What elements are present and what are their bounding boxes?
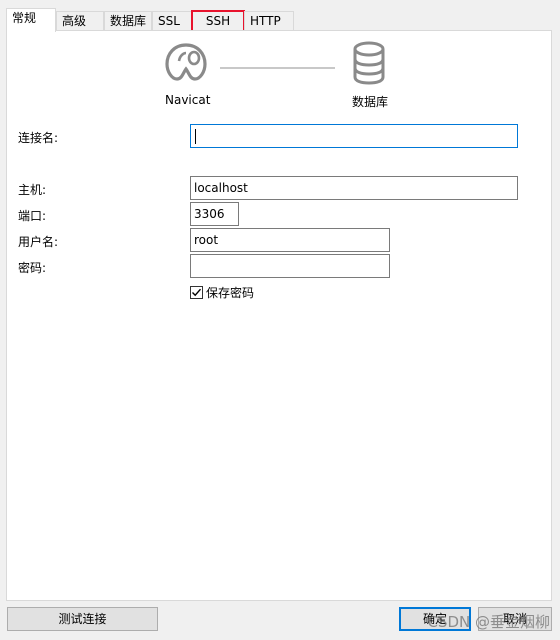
checkmark-icon	[192, 288, 202, 296]
general-tab-panel	[6, 30, 552, 601]
port-input[interactable]: 3306	[190, 202, 239, 226]
host-label: 主机:	[18, 183, 47, 197]
server-label: 数据库	[352, 95, 389, 109]
tab-general-label: 常规	[12, 11, 37, 25]
csdn-watermark: CSDN @垂金烟柳	[427, 613, 550, 631]
tab-http-label: HTTP	[250, 14, 281, 28]
tab-general[interactable]: 常规	[6, 8, 56, 32]
tab-advanced-label: 高级	[62, 14, 87, 28]
client-label: Navicat	[165, 93, 211, 107]
tab-ssh[interactable]: SSH	[191, 10, 245, 32]
save-password-checkbox-row[interactable]: 保存密码	[190, 284, 254, 300]
tab-database[interactable]: 数据库	[104, 11, 152, 31]
tab-ssl[interactable]: SSL	[152, 11, 192, 31]
connection-name-label: 连接名:	[18, 131, 59, 145]
username-label: 用户名:	[18, 235, 59, 249]
host-input[interactable]: localhost	[190, 176, 518, 200]
test-connection-button[interactable]: 测试连接	[7, 607, 158, 631]
tab-ssh-label: SSH	[205, 14, 231, 28]
connection-name-input[interactable]	[190, 124, 518, 148]
connection-line	[220, 67, 335, 69]
password-label: 密码:	[18, 261, 47, 275]
text-caret	[195, 129, 196, 144]
port-label: 端口:	[18, 209, 47, 223]
database-icon	[353, 41, 385, 85]
navicat-icon	[165, 43, 207, 81]
save-password-label: 保存密码	[206, 285, 255, 300]
password-input[interactable]	[190, 254, 390, 278]
tab-ssl-label: SSL	[158, 14, 180, 28]
save-password-checkbox[interactable]	[190, 285, 203, 299]
tab-http[interactable]: HTTP	[244, 11, 294, 31]
username-input[interactable]: root	[190, 228, 390, 252]
tab-database-label: 数据库	[110, 14, 147, 28]
tab-advanced[interactable]: 高级	[56, 11, 104, 31]
